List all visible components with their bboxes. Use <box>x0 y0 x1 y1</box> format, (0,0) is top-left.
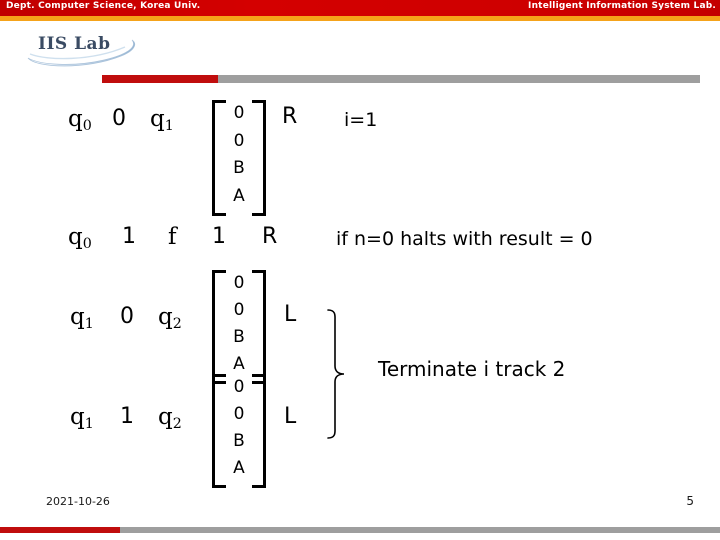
rule-1-read-symbol: 1 <box>122 224 136 249</box>
rule-2-next-state: q2 <box>158 304 182 332</box>
transition-rule-row: q0 0 q1 0 0 B A R i=1 <box>0 88 720 218</box>
header-orange-band <box>0 16 720 21</box>
rule-0-note: i=1 <box>344 109 378 131</box>
vector-item: 0 <box>233 300 245 320</box>
rule-2-write-vector: 0 0 B A <box>212 270 266 384</box>
rule-1-move-direction: R <box>262 224 278 249</box>
slide-header-bar: Dept. Computer Science, Korea Univ. Inte… <box>0 0 720 21</box>
rule-0-write-vector: 0 0 B A <box>212 100 266 216</box>
title-divider <box>102 75 700 83</box>
vector-item: B <box>233 431 245 451</box>
vector-item: A <box>233 185 245 206</box>
slide-content: q0 0 q1 0 0 B A R i=1 q0 1 f 1 R if n=0 … <box>0 88 720 498</box>
vector-item: A <box>233 354 245 374</box>
footer-date: 2021-10-26 <box>46 495 110 508</box>
vector-item: 0 <box>233 103 245 124</box>
vector-item: B <box>233 327 245 347</box>
footer-gray-segment <box>120 527 720 533</box>
brace-annotation: Terminate i track 2 <box>378 357 566 381</box>
slide-footer-bar <box>0 527 720 533</box>
vector-item: 0 <box>233 404 245 424</box>
rule-3-current-state: q1 <box>70 404 94 432</box>
rule-2-move-direction: L <box>284 302 297 327</box>
footer-red-segment <box>0 527 120 533</box>
vector-item: A <box>233 458 245 478</box>
rule-1-note: if n=0 halts with result = 0 <box>336 228 593 250</box>
logo-label: IIS Lab <box>38 34 111 54</box>
rule-0-move-direction: R <box>282 104 298 129</box>
grouping-brace-icon <box>327 309 345 439</box>
footer-page-number: 5 <box>686 494 694 508</box>
rule-2-current-state: q1 <box>70 304 94 332</box>
vector-item: 0 <box>233 273 245 293</box>
rule-1-current-state: q0 <box>68 224 92 252</box>
iis-lab-logo: IIS Lab <box>26 28 146 70</box>
transition-rule-row: q1 0 q2 0 0 B A L <box>0 260 720 384</box>
rule-3-read-symbol: 1 <box>120 404 134 429</box>
header-lab-text: Intelligent Information System Lab. <box>528 1 716 11</box>
rule-3-next-state: q2 <box>158 404 182 432</box>
rule-0-current-state: q0 <box>68 106 92 134</box>
rule-3-write-vector: 0 0 B A <box>212 374 266 488</box>
transition-rule-row: q1 1 q2 0 0 B A L <box>0 374 720 498</box>
rule-1-next-state: f <box>168 224 177 250</box>
vector-item: 0 <box>233 130 245 151</box>
header-department-text: Dept. Computer Science, Korea Univ. <box>6 1 201 11</box>
divider-red-segment <box>102 75 218 83</box>
divider-gray-segment <box>218 75 700 83</box>
rule-3-move-direction: L <box>284 404 297 429</box>
vector-item: 0 <box>233 377 245 397</box>
vector-item: B <box>233 158 245 179</box>
transition-rule-row: q0 1 f 1 R if n=0 halts with result = 0 <box>0 218 720 260</box>
rule-2-read-symbol: 0 <box>120 304 134 329</box>
rule-0-next-state: q1 <box>150 106 174 134</box>
rule-0-read-symbol: 0 <box>112 106 126 131</box>
rule-1-write-symbol: 1 <box>212 224 226 249</box>
